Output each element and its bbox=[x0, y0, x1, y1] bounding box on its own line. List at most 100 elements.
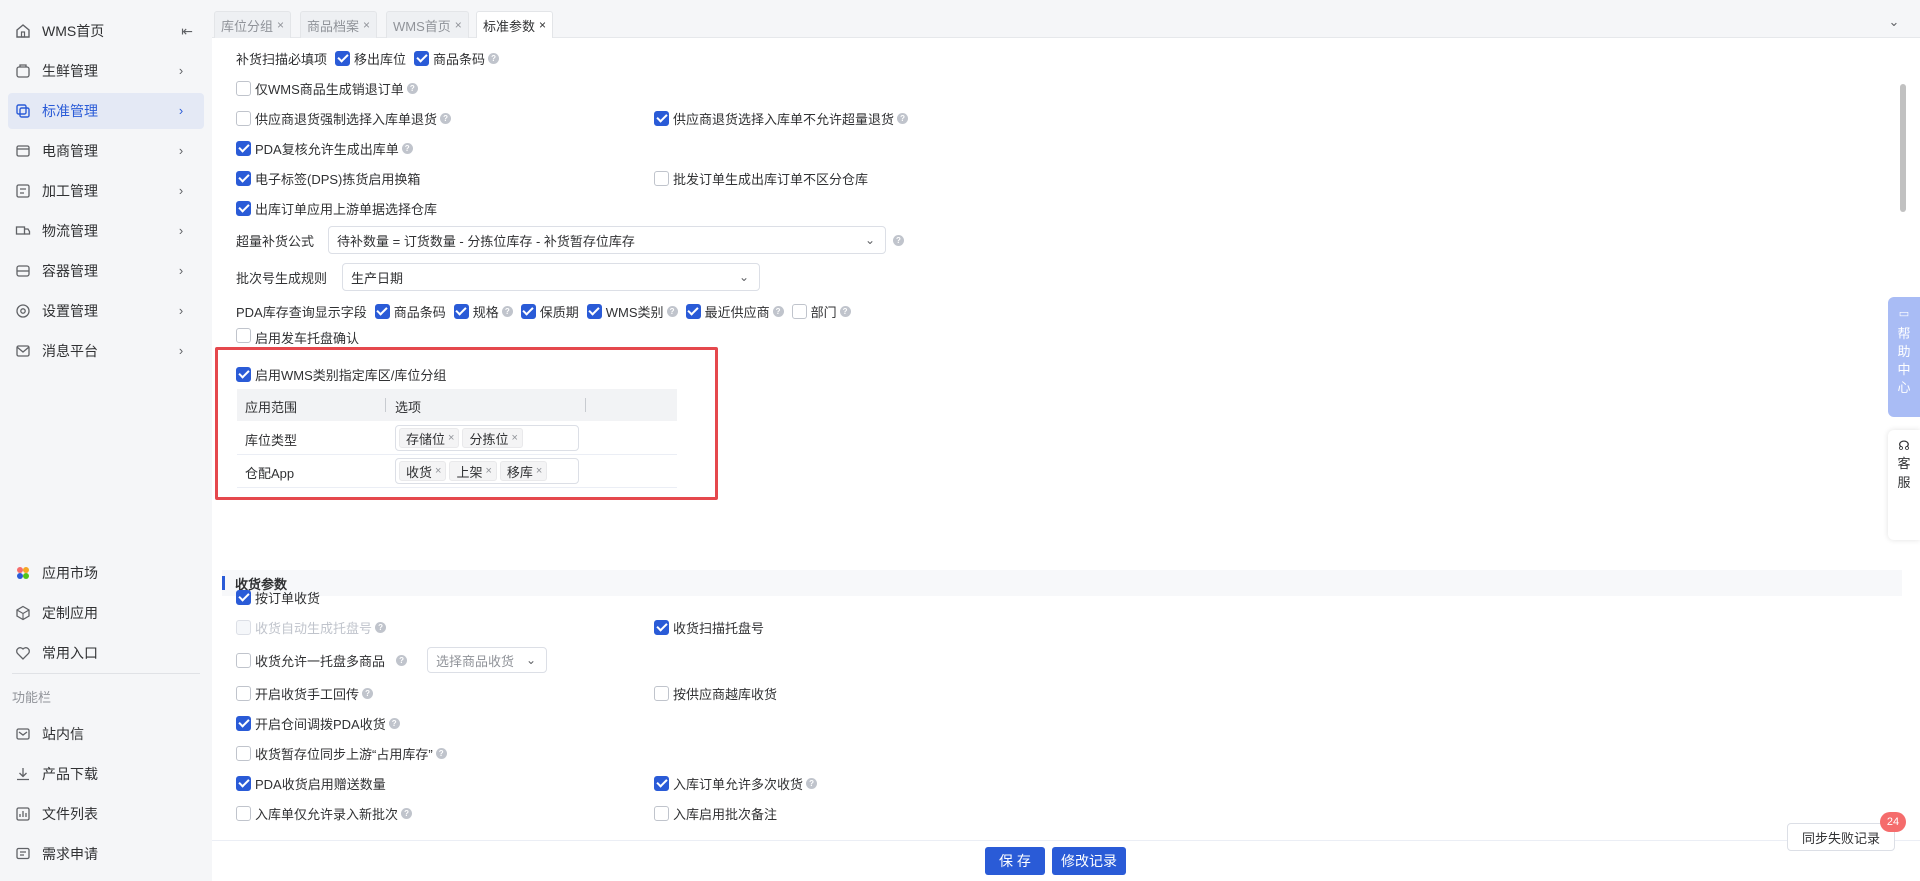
checkbox-transfer-pda[interactable] bbox=[236, 715, 251, 731]
checkbox-outbound-upstream[interactable] bbox=[236, 200, 251, 216]
checkbox-only-wms[interactable] bbox=[236, 80, 251, 96]
close-icon[interactable]: × bbox=[485, 465, 491, 477]
multi-goods-select[interactable]: 选择商品收货 ⌄ bbox=[427, 647, 547, 673]
nav-home[interactable]: WMS首页 ⇤ bbox=[8, 13, 204, 49]
save-button[interactable]: 保 存 bbox=[985, 847, 1045, 875]
over-formula-select[interactable]: 待补数量 = 订货数量 - 分拣位库存 - 补货暂存位库存 ⌄ bbox=[328, 226, 886, 254]
help-icon[interactable]: ? bbox=[488, 52, 500, 64]
checkbox-by-order[interactable] bbox=[236, 589, 251, 605]
checkbox-sync-occupied[interactable] bbox=[236, 745, 251, 761]
help-icon[interactable]: ? bbox=[839, 305, 851, 317]
nav-custom-app[interactable]: 定制应用 bbox=[8, 595, 204, 631]
checkbox-manual-return[interactable] bbox=[236, 685, 251, 701]
help-icon[interactable]: ? bbox=[401, 142, 413, 154]
help-icon[interactable]: ? bbox=[806, 777, 818, 789]
help-icon[interactable]: ? bbox=[375, 621, 387, 633]
close-icon[interactable]: × bbox=[455, 18, 462, 32]
checkbox-supplier-return-force[interactable] bbox=[236, 110, 251, 126]
history-button[interactable]: 修改记录 bbox=[1052, 847, 1126, 875]
nav-item-fresh[interactable]: 生鲜管理 › bbox=[8, 53, 204, 89]
help-icon[interactable]: ? bbox=[401, 807, 413, 819]
nav-request[interactable]: 需求申请 bbox=[8, 836, 204, 872]
manual-return-row: 开启收货手工回传 ? bbox=[236, 682, 374, 704]
help-icon[interactable]: ? bbox=[893, 235, 904, 246]
checkbox-multi-goods[interactable] bbox=[236, 652, 251, 668]
download-icon bbox=[14, 765, 32, 783]
tab-product-archive[interactable]: 商品档案 × bbox=[300, 11, 378, 38]
checkbox-product-barcode[interactable] bbox=[414, 50, 430, 66]
batch-rule-label: 批次号生成规则 bbox=[236, 270, 328, 286]
help-icon[interactable]: ? bbox=[666, 305, 678, 317]
help-center-char: 助 bbox=[1897, 344, 1911, 359]
close-icon[interactable]: × bbox=[277, 18, 284, 32]
nav-app-market[interactable]: 应用市场 bbox=[8, 555, 204, 591]
chevron-down-icon[interactable]: ⌄ bbox=[1884, 12, 1904, 32]
help-icon[interactable]: ? bbox=[406, 82, 418, 94]
checkbox-pda-review[interactable] bbox=[236, 140, 251, 156]
close-icon[interactable]: × bbox=[448, 432, 454, 444]
vertical-scrollbar[interactable] bbox=[1900, 84, 1906, 212]
checkbox-multi-receive[interactable] bbox=[654, 775, 669, 791]
checkbox-pda-gift[interactable] bbox=[236, 775, 251, 791]
checkbox-new-batch-only[interactable] bbox=[236, 805, 251, 821]
tab-location-group[interactable]: 库位分组 × bbox=[214, 11, 292, 38]
nav-item-settings[interactable]: 设置管理 › bbox=[8, 293, 204, 329]
checkbox-pda-spec[interactable] bbox=[453, 303, 469, 319]
location-type-multiselect[interactable]: 存储位 × 分拣位 × bbox=[395, 425, 579, 451]
nav-download[interactable]: 产品下载 bbox=[8, 756, 204, 792]
tag: 移库 × bbox=[499, 461, 548, 481]
checkbox-batch-order[interactable] bbox=[654, 170, 669, 186]
nav-file-list[interactable]: 文件列表 bbox=[8, 796, 204, 832]
checkbox-move-out-location[interactable] bbox=[335, 50, 351, 66]
nav-item-message[interactable]: 消息平台 › bbox=[8, 333, 204, 369]
close-icon[interactable]: × bbox=[511, 432, 517, 444]
close-icon[interactable]: × bbox=[435, 465, 441, 477]
nav-item-ecommerce[interactable]: 电商管理 › bbox=[8, 133, 204, 169]
dps-row: 电子标签(DPS)拣货启用换箱 bbox=[236, 167, 420, 189]
nav-item-process[interactable]: 加工管理 › bbox=[8, 173, 204, 209]
help-icon[interactable]: ? bbox=[772, 305, 784, 317]
tab-bar: 库位分组 × 商品档案 × WMS首页 × 标准参数 × ⌄ bbox=[212, 0, 1920, 38]
close-icon[interactable]: × bbox=[536, 465, 542, 477]
help-center-char: 心 bbox=[1897, 380, 1911, 395]
checkbox-pda-recent-supplier[interactable] bbox=[685, 303, 701, 319]
customer-service-button[interactable]: ☊ 客 服 bbox=[1888, 430, 1920, 540]
checkbox-batch-remark[interactable] bbox=[654, 805, 669, 821]
checkbox-pda-barcode[interactable] bbox=[374, 303, 390, 319]
nav-favorites[interactable]: 常用入口 bbox=[8, 635, 204, 671]
close-icon[interactable]: × bbox=[363, 18, 370, 32]
app-multiselect[interactable]: 收货 × 上架 × 移库 × bbox=[395, 458, 579, 484]
nav-item-label: 设置管理 bbox=[42, 303, 98, 319]
checkbox-pda-department[interactable] bbox=[791, 303, 807, 319]
nav-item-standard[interactable]: 标准管理 › bbox=[8, 93, 204, 129]
checkbox-dps[interactable] bbox=[236, 170, 251, 186]
nav-item-logistics[interactable]: 物流管理 › bbox=[8, 213, 204, 249]
help-icon[interactable]: ? bbox=[435, 747, 447, 759]
nav-inbox[interactable]: 站内信 bbox=[8, 716, 204, 752]
sync-failed-button[interactable]: 同步失败记录 bbox=[1787, 823, 1895, 851]
checkbox-cross-warehouse[interactable] bbox=[654, 685, 669, 701]
tab-label: 标准参数 bbox=[483, 18, 536, 34]
batch-rule-select[interactable]: 生产日期 ⌄ bbox=[342, 263, 760, 291]
help-icon[interactable]: ? bbox=[897, 112, 909, 124]
help-icon[interactable]: ? bbox=[501, 305, 513, 317]
help-icon[interactable]: ? bbox=[440, 112, 452, 124]
checkbox-truck-pallet[interactable] bbox=[236, 328, 251, 343]
help-center-button[interactable]: ▭ 帮 助 中 心 bbox=[1888, 297, 1920, 417]
checkbox-pda-wms-category[interactable] bbox=[586, 303, 602, 319]
checkbox-scan-pallet[interactable] bbox=[654, 619, 669, 635]
help-icon[interactable]: ? bbox=[396, 654, 408, 666]
checkbox-supplier-return-no-over[interactable] bbox=[654, 110, 669, 126]
checkbox-pda-shelf-life[interactable] bbox=[520, 303, 536, 319]
help-icon[interactable]: ? bbox=[388, 717, 400, 729]
close-icon[interactable]: × bbox=[539, 18, 546, 32]
tab-wms-home[interactable]: WMS首页 × bbox=[386, 11, 469, 38]
tag-label: 收货 bbox=[406, 464, 433, 480]
checkbox-wms-category[interactable] bbox=[236, 366, 251, 382]
nav-item-container[interactable]: 容器管理 › bbox=[8, 253, 204, 289]
checkbox-label: 入库单仅允许录入新批次 bbox=[255, 806, 399, 822]
tab-standard-params[interactable]: 标准参数 × bbox=[476, 11, 554, 38]
collapse-sidebar-icon[interactable]: ⇤ bbox=[178, 22, 196, 40]
settings-content: 补货扫描必填项 移出库位 商品条码 ? 仅WMS商品生成销退订单 ? 供应商退货… bbox=[212, 39, 1904, 839]
help-icon[interactable]: ? bbox=[362, 687, 374, 699]
